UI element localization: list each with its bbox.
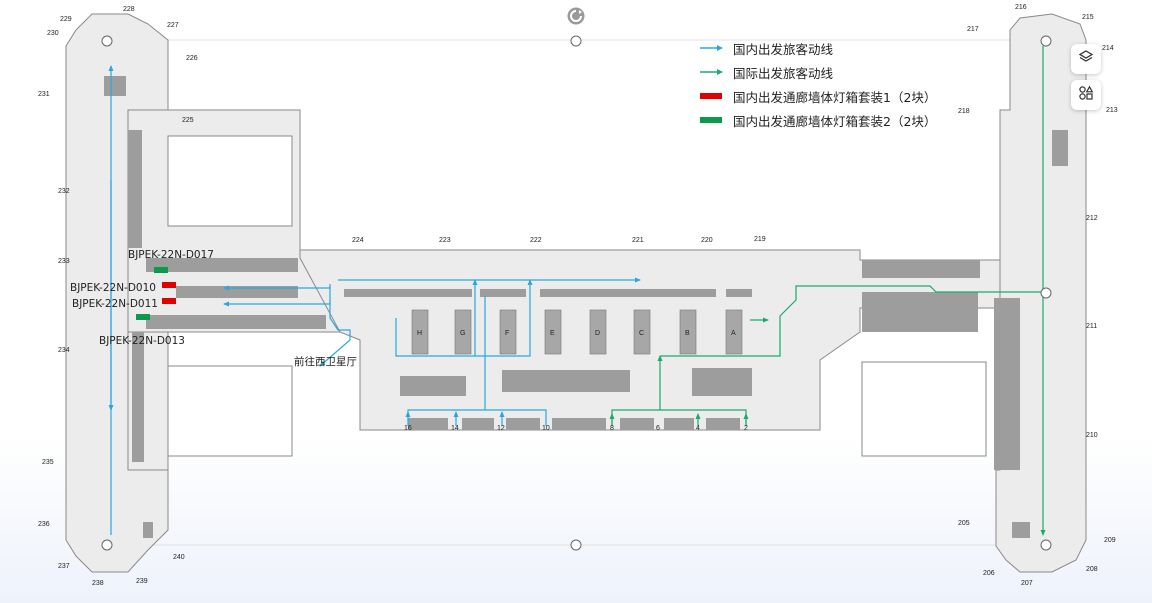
svg-text:208: 208	[1086, 566, 1098, 573]
svg-text:231: 231	[38, 91, 50, 98]
svg-text:F: F	[505, 330, 509, 337]
svg-text:B: B	[685, 330, 690, 337]
svg-text:219: 219	[754, 236, 766, 243]
svg-text:212: 212	[1086, 215, 1098, 222]
svg-text:4: 4	[696, 425, 700, 432]
legend-label: 国内出发通廊墙体灯箱套装1（2块）	[733, 89, 937, 105]
svg-text:222: 222	[530, 237, 542, 244]
svg-text:10: 10	[542, 425, 550, 432]
svg-text:235: 235	[42, 459, 54, 466]
svg-text:G: G	[460, 330, 465, 337]
gate-labels-top: 224 223 222 221 220 219	[352, 236, 766, 244]
west-satellite-annotation: 前往西卫星厅	[294, 355, 357, 368]
svg-text:209: 209	[1104, 537, 1116, 544]
svg-text:D: D	[595, 330, 600, 337]
layers-icon	[1078, 49, 1094, 70]
svg-text:234: 234	[58, 347, 70, 354]
svg-text:225: 225	[182, 117, 194, 124]
svg-text:206: 206	[983, 570, 995, 577]
svg-text:230: 230	[47, 30, 59, 37]
svg-text:236: 236	[38, 521, 50, 528]
svg-text:220: 220	[701, 237, 713, 244]
ad-code-d017: BJPEK-22N-D017	[128, 249, 214, 261]
legend-item-international-route: 国际出发旅客动线	[700, 60, 960, 84]
legend-item-domestic-route: 国内出发旅客动线	[700, 36, 960, 60]
svg-text:237: 237	[58, 563, 70, 570]
legend: 国内出发旅客动线 国际出发旅客动线 国内出发通廊墙体灯箱套装1（2块） 国内出发…	[700, 36, 960, 132]
svg-text:226: 226	[186, 55, 198, 62]
svg-text:214: 214	[1102, 45, 1114, 52]
legend-label: 国内出发旅客动线	[733, 41, 834, 57]
svg-text:16: 16	[404, 425, 412, 432]
ad-code-d013: BJPEK-22N-D013	[99, 335, 185, 347]
svg-text:213: 213	[1106, 107, 1118, 114]
svg-text:215: 215	[1082, 14, 1094, 21]
svg-text:233: 233	[58, 258, 70, 265]
red-bar-icon	[700, 93, 724, 99]
ad-code-d011: BJPEK-22N-D011	[72, 298, 158, 310]
svg-text:229: 229	[60, 16, 72, 23]
ad-box-d010	[162, 282, 176, 288]
svg-text:8: 8	[610, 425, 614, 432]
svg-text:216: 216	[1015, 4, 1027, 11]
svg-text:211: 211	[1086, 323, 1097, 330]
terminal-map[interactable]: BJPEK-22N-D017 BJPEK-22N-D010 BJPEK-22N-…	[0, 0, 1152, 603]
blue-arrow-icon	[700, 44, 724, 52]
svg-text:239: 239	[136, 578, 148, 585]
legend-item-lightbox-set2: 国内出发通廊墙体灯箱套装2（2块）	[700, 108, 960, 132]
ad-box-d011	[162, 298, 176, 304]
svg-text:12: 12	[497, 425, 505, 432]
layers-button[interactable]	[1071, 44, 1101, 74]
ad-code-d010: BJPEK-22N-D010	[70, 282, 156, 294]
svg-text:207: 207	[1021, 580, 1033, 587]
legend-label: 国际出发旅客动线	[733, 65, 834, 81]
ad-box-d017	[154, 267, 168, 273]
svg-text:205: 205	[958, 520, 970, 527]
svg-text:240: 240	[173, 554, 185, 561]
svg-text:210: 210	[1086, 432, 1098, 439]
svg-text:6: 6	[656, 425, 660, 432]
svg-text:227: 227	[167, 22, 179, 29]
svg-text:E: E	[550, 330, 555, 337]
svg-text:2: 2	[744, 425, 748, 432]
svg-text:238: 238	[92, 580, 104, 587]
shapes-button[interactable]	[1071, 80, 1101, 110]
legend-label: 国内出发通廊墙体灯箱套装2（2块）	[733, 113, 937, 129]
svg-text:228: 228	[123, 6, 135, 13]
svg-text:224: 224	[352, 237, 364, 244]
svg-text:H: H	[417, 330, 422, 337]
svg-text:C: C	[639, 330, 644, 337]
svg-text:14: 14	[451, 425, 459, 432]
shapes-icon	[1078, 85, 1094, 106]
ad-box-d013	[136, 314, 150, 320]
svg-text:221: 221	[632, 237, 644, 244]
green-arrow-icon	[700, 68, 724, 76]
green-bar-icon	[700, 117, 724, 123]
legend-item-lightbox-set1: 国内出发通廊墙体灯箱套装1（2块）	[700, 84, 960, 108]
svg-text:223: 223	[439, 237, 451, 244]
rotate-icon[interactable]	[567, 7, 585, 25]
svg-text:232: 232	[58, 188, 70, 195]
svg-text:217: 217	[967, 26, 979, 33]
svg-text:A: A	[731, 330, 736, 337]
